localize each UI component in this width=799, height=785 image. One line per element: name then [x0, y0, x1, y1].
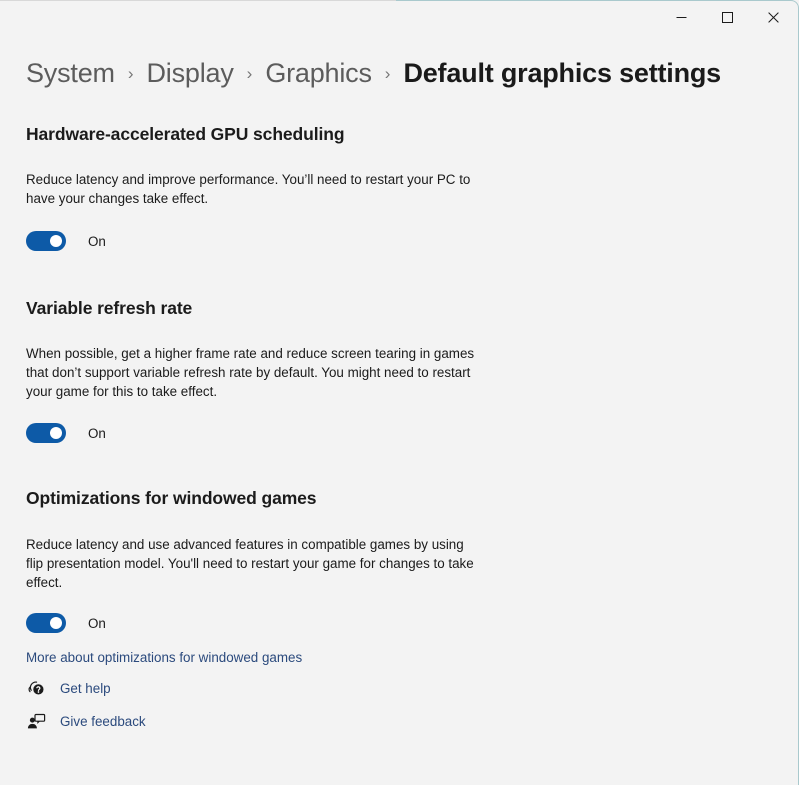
breadcrumb-item-graphics[interactable]: Graphics	[265, 58, 372, 89]
section-title: Hardware-accelerated GPU scheduling	[26, 124, 345, 144]
breadcrumb-item-system[interactable]: System	[26, 58, 115, 89]
toggle-knob	[50, 617, 62, 629]
more-about-optimizations-link[interactable]: More about optimizations for windowed ga…	[26, 650, 302, 665]
close-icon	[767, 12, 779, 23]
section-hardware-accelerated-gpu-scheduling: Hardware-accelerated GPU scheduling Redu…	[0, 124, 799, 251]
maximize-icon	[721, 12, 733, 23]
minimize-icon	[676, 12, 687, 23]
toggle-state-label: On	[88, 233, 106, 249]
footer-links: Get help Give feedback	[26, 675, 146, 741]
section-title: Optimizations for windowed games	[26, 488, 317, 508]
breadcrumb-item-current: Default graphics settings	[403, 58, 722, 88]
close-button[interactable]	[750, 1, 796, 34]
toggle-knob	[50, 427, 62, 439]
section-description: Reduce latency and use advanced features…	[26, 537, 474, 590]
breadcrumb-item-display[interactable]: Display	[147, 58, 234, 89]
breadcrumb: System › Display › Graphics › Default gr…	[26, 58, 721, 89]
toggle-state-label: On	[88, 615, 106, 631]
get-help-row[interactable]: Get help	[26, 675, 146, 701]
section-optimizations-for-windowed-games: Optimizations for windowed games Reduce …	[0, 488, 799, 667]
maximize-button[interactable]	[704, 1, 750, 34]
toggle-row: On	[26, 423, 799, 443]
toggle-row: On	[26, 231, 799, 251]
section-description: Reduce latency and improve performance. …	[26, 172, 471, 206]
get-help-link[interactable]: Get help	[60, 681, 111, 696]
minimize-button[interactable]	[658, 1, 704, 34]
chevron-right-icon: ›	[384, 64, 391, 83]
settings-content: Hardware-accelerated GPU scheduling Redu…	[0, 106, 799, 667]
chevron-right-icon: ›	[127, 64, 134, 83]
variable-refresh-rate-toggle[interactable]	[26, 423, 66, 443]
give-feedback-link[interactable]: Give feedback	[60, 714, 146, 729]
give-feedback-icon	[26, 711, 46, 731]
section-title: Variable refresh rate	[26, 298, 193, 318]
caption-button-group	[658, 1, 796, 34]
title-bar[interactable]	[0, 1, 798, 34]
toggle-knob	[50, 235, 62, 247]
give-feedback-row[interactable]: Give feedback	[26, 708, 146, 734]
windowed-games-optimizations-toggle[interactable]	[26, 613, 66, 633]
gpu-scheduling-toggle[interactable]	[26, 231, 66, 251]
toggle-state-label: On	[88, 425, 106, 441]
toggle-row: On	[26, 613, 799, 633]
section-variable-refresh-rate: Variable refresh rate When possible, get…	[0, 298, 799, 443]
section-description: When possible, get a higher frame rate a…	[26, 346, 475, 399]
settings-window: System › Display › Graphics › Default gr…	[0, 0, 799, 785]
chevron-right-icon: ›	[246, 64, 253, 83]
get-help-icon	[26, 678, 46, 698]
